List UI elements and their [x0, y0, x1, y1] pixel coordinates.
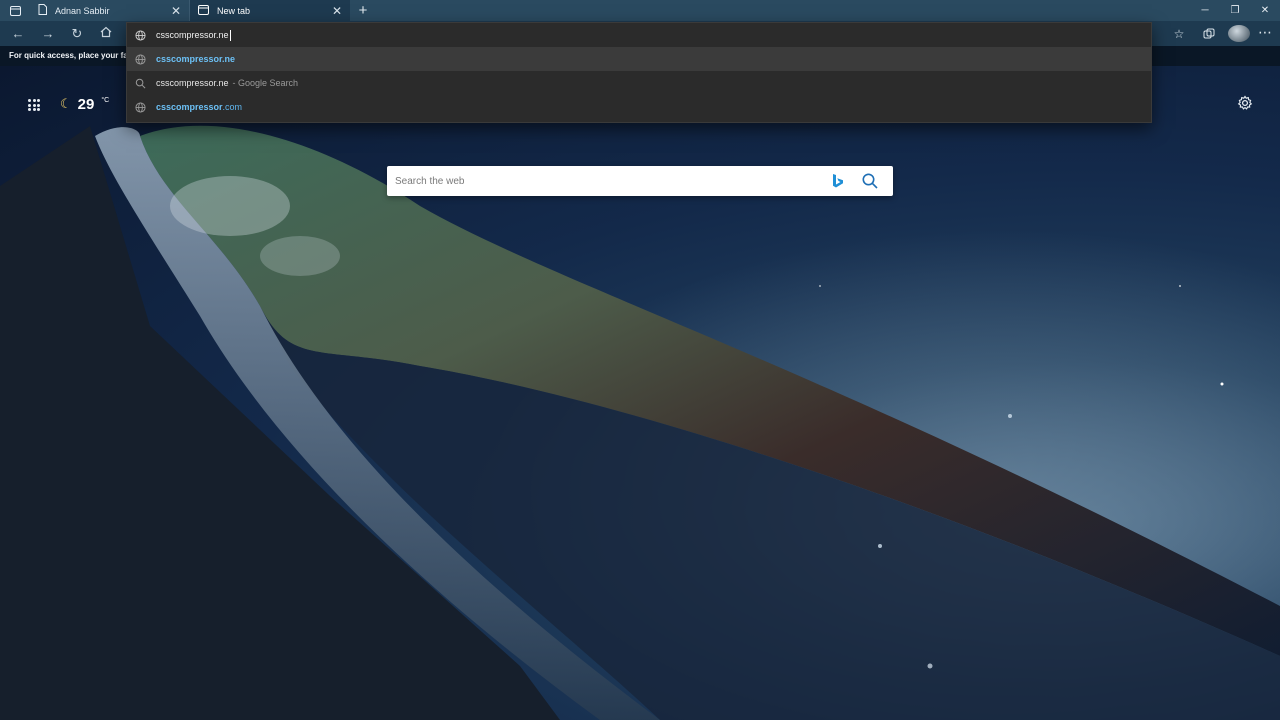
address-value: csscompressor.ne — [156, 30, 229, 40]
forward-arrow-icon[interactable]: → — [40, 26, 56, 42]
globe-icon — [135, 29, 146, 41]
close-icon[interactable]: ✕ — [171, 5, 181, 17]
minimize-button[interactable]: ─ — [1190, 0, 1220, 21]
tab-new-tab[interactable]: New tab ✕ — [190, 0, 350, 21]
close-icon[interactable]: ✕ — [332, 5, 342, 17]
suggestion-text: csscompressor.ne — [156, 78, 229, 88]
weather-unit: °C — [101, 97, 110, 104]
collections-icon[interactable] — [1198, 25, 1220, 42]
gear-icon[interactable] — [1237, 95, 1253, 111]
search-icon — [135, 78, 146, 89]
favorites-bar-message: For quick access, place your favo — [9, 51, 138, 60]
suggestion-text-rest: .com — [222, 102, 243, 112]
bing-icon[interactable] — [831, 173, 845, 189]
moon-icon: ☾ — [60, 96, 72, 111]
profile-button[interactable] — [1228, 25, 1250, 42]
refresh-icon[interactable]: ↻ — [69, 26, 85, 42]
star-icon[interactable]: ☆ — [1168, 25, 1190, 42]
maximize-button[interactable]: ❐ — [1220, 0, 1250, 21]
home-icon[interactable] — [98, 26, 114, 42]
weather-temp: 29 — [77, 96, 95, 113]
suggestion-item[interactable]: csscompressor.ne — [127, 47, 1151, 71]
weather-widget[interactable]: ☾ 29 °C — [60, 96, 109, 113]
avatar — [1228, 25, 1250, 42]
page-icon — [38, 4, 47, 17]
toolbar-right-icons: ☆ — [1168, 25, 1250, 42]
search-icon[interactable] — [861, 172, 879, 190]
search-input[interactable] — [395, 175, 831, 187]
plus-icon[interactable]: + — [350, 0, 376, 21]
web-search-box — [387, 166, 893, 196]
more-menu-icon[interactable]: ⋯ — [1258, 24, 1272, 41]
background-image — [0, 66, 1280, 720]
window-close-button[interactable]: ✕ — [1250, 0, 1280, 21]
tab-actions-icon[interactable] — [0, 0, 30, 21]
suggestion-hint: - Google Search — [232, 78, 299, 88]
suggestion-item[interactable]: csscompressor.ne - Google Search — [127, 71, 1151, 95]
suggestion-item[interactable]: csscompressor .com — [127, 95, 1151, 119]
newtab-icon — [198, 4, 209, 17]
suggestion-text: csscompressor.ne — [156, 54, 236, 64]
tab-title: Adnan Sabbir — [55, 5, 110, 16]
address-input[interactable]: csscompressor.ne — [127, 23, 1151, 47]
back-arrow-icon[interactable]: ← — [10, 26, 26, 42]
globe-icon — [135, 53, 146, 65]
address-bar-dropdown: csscompressor.ne csscompressor.ne csscom… — [126, 22, 1152, 123]
tab-adnan-sabbir[interactable]: Adnan Sabbir ✕ — [30, 0, 190, 21]
globe-icon — [135, 101, 146, 113]
tab-strip: Adnan Sabbir ✕ New tab ✕ + ─ ❐ ✕ — [0, 0, 1280, 21]
text-caret — [229, 29, 231, 41]
tab-title: New tab — [217, 5, 251, 16]
apps-grid-icon[interactable] — [28, 99, 40, 111]
window-controls: ─ ❐ ✕ — [1190, 0, 1280, 21]
suggestion-text-bold: csscompressor — [156, 102, 223, 112]
